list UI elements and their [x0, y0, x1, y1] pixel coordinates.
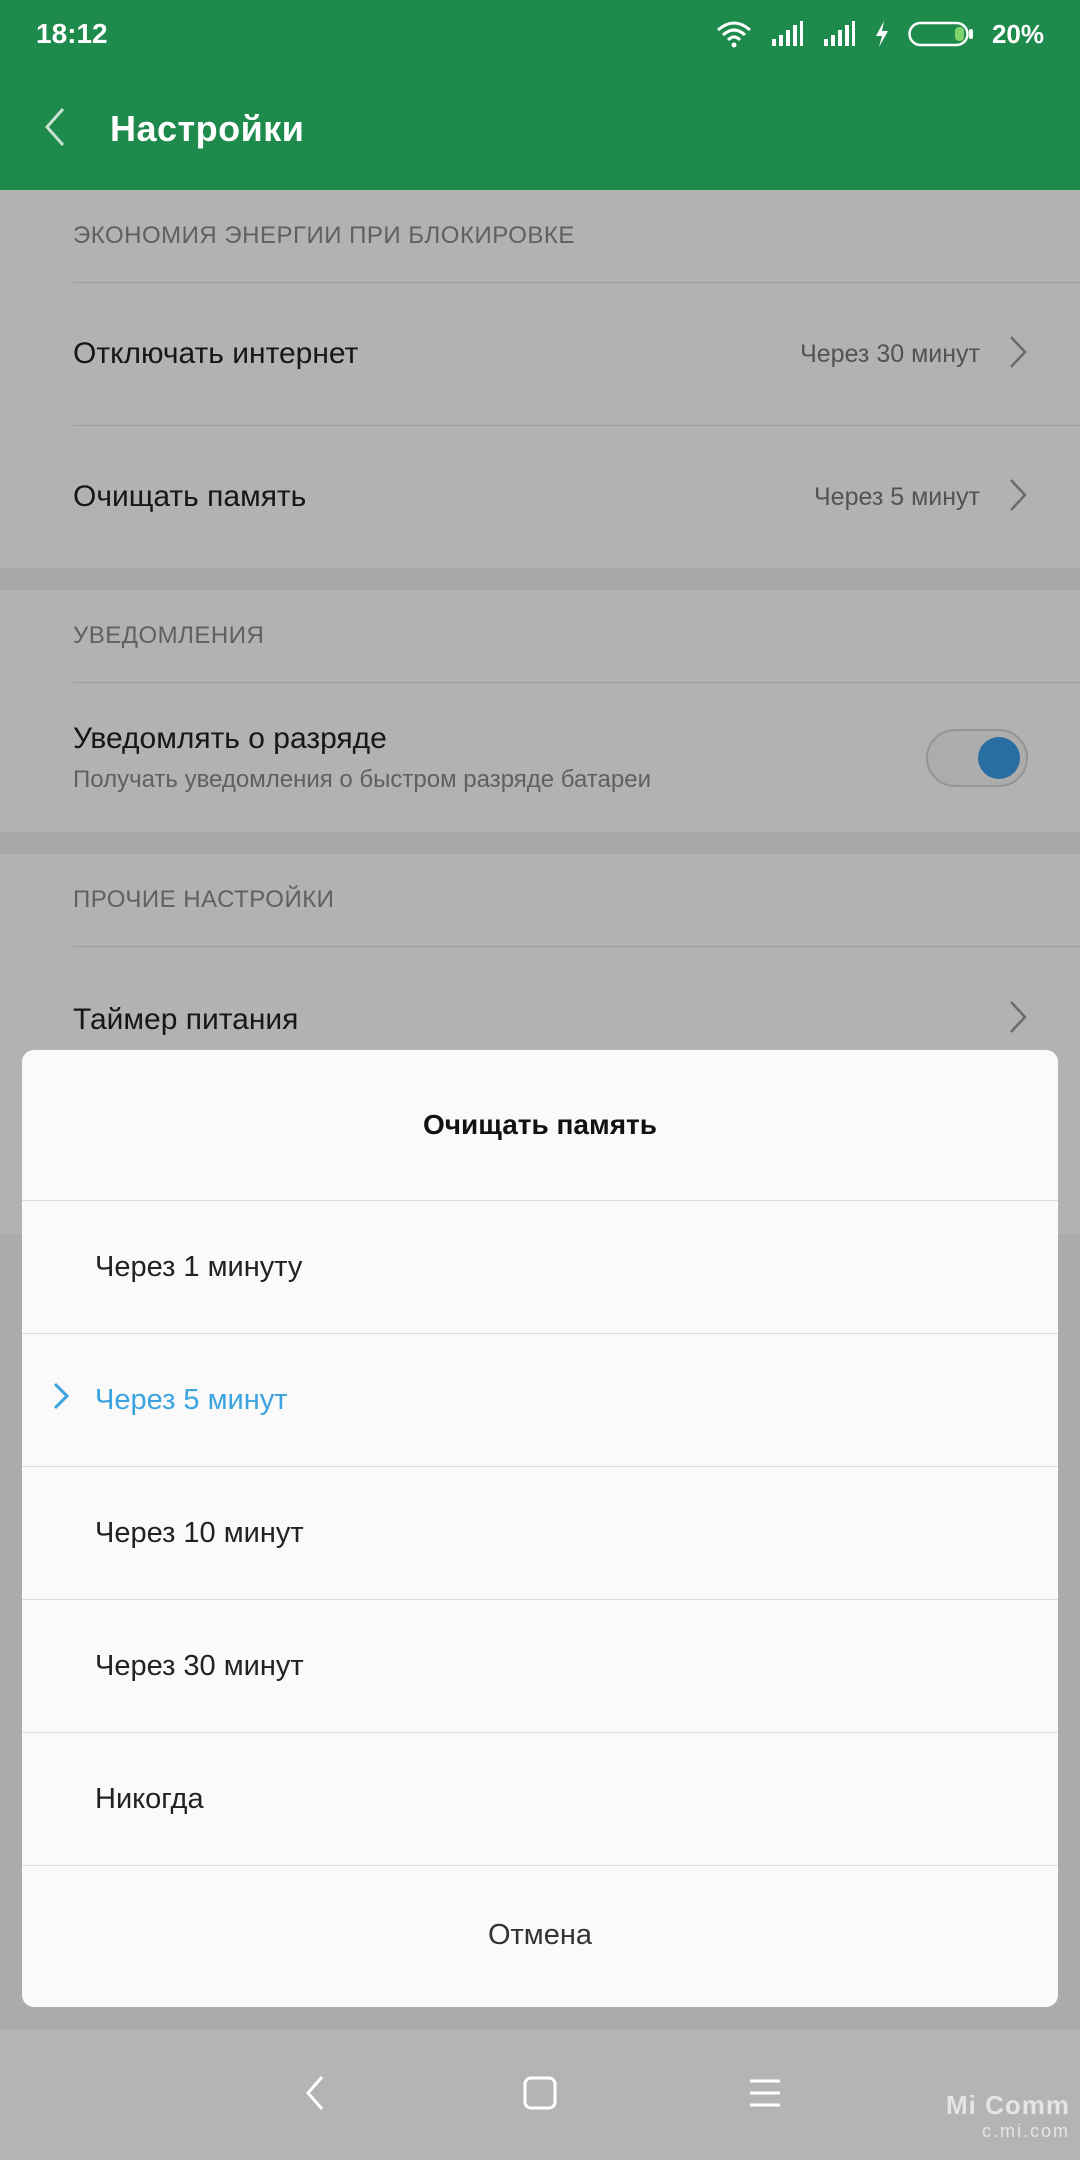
option-label: Никогда [95, 1782, 204, 1815]
navigation-bar [0, 2030, 1080, 2160]
option-1-minute[interactable]: Через 1 минуту [22, 1200, 1058, 1333]
menu-icon [748, 2077, 782, 2114]
cancel-button[interactable]: Отмена [22, 1865, 1058, 2005]
watermark-sub: c.mi.com [982, 2121, 1070, 2141]
nav-home-button[interactable] [500, 2055, 580, 2135]
battery-icon [908, 21, 974, 47]
nav-back-button[interactable] [275, 2055, 355, 2135]
chevron-left-icon [41, 105, 69, 154]
option-label: Через 1 минуту [95, 1250, 303, 1283]
watermark-main: Mi Comm [946, 2090, 1070, 2120]
charging-icon [874, 20, 890, 48]
back-icon [303, 2073, 327, 2118]
option-10-minutes[interactable]: Через 10 минут [22, 1466, 1058, 1599]
chevron-right-icon [52, 1381, 70, 1419]
screen: 18:12 20% Настройки ЭКОНОМИЯ ЭНЕРГИИ ПРИ… [0, 0, 1080, 2160]
clear-memory-dialog: Очищать память Через 1 минуту Через 5 ми… [22, 1050, 1058, 2007]
status-bar: 18:12 20% [0, 0, 1080, 68]
watermark: Mi Comm c.mi.com [946, 2092, 1070, 2140]
option-never[interactable]: Никогда [22, 1732, 1058, 1865]
status-time: 18:12 [36, 18, 108, 49]
wifi-icon [716, 20, 752, 48]
signal-icon [770, 21, 804, 47]
nav-menu-button[interactable] [725, 2055, 805, 2135]
dialog-title: Очищать память [423, 1109, 657, 1140]
home-icon [522, 2075, 558, 2116]
title-bar: Настройки [0, 68, 1080, 190]
battery-percentage: 20% [991, 18, 1044, 49]
option-label: Через 5 минут [95, 1383, 288, 1416]
page-title: Настройки [110, 108, 305, 149]
signal-icon [822, 21, 856, 47]
option-label: Через 10 минут [95, 1516, 304, 1549]
option-label: Через 30 минут [95, 1649, 304, 1682]
back-button[interactable] [0, 68, 110, 190]
option-5-minutes[interactable]: Через 5 минут [22, 1333, 1058, 1466]
status-icons: 20% [716, 19, 1044, 50]
option-30-minutes[interactable]: Через 30 минут [22, 1599, 1058, 1732]
